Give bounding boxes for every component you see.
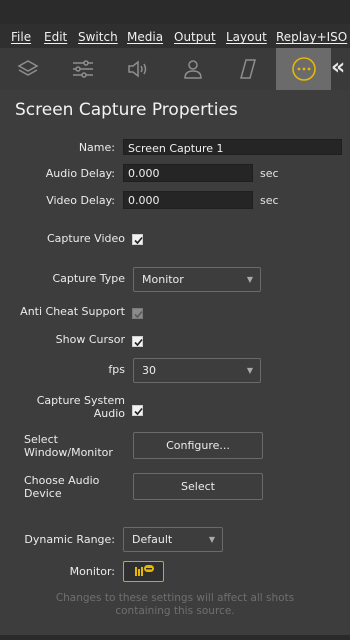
tab-icon-bar: « xyxy=(0,48,350,90)
capture-type-label: Capture Type xyxy=(52,272,126,285)
anti-cheat-label: Anti Cheat Support xyxy=(20,305,125,318)
fps-value: 30 xyxy=(142,364,156,377)
dynamic-range-dropdown[interactable]: Default ▼ xyxy=(123,527,223,552)
fps-dropdown[interactable]: 30 ▼ xyxy=(133,358,261,383)
chevron-down-icon: ▼ xyxy=(246,366,253,375)
menu-layout[interactable]: Layout xyxy=(226,30,267,44)
capture-audio-checkbox[interactable] xyxy=(132,405,143,416)
person-icon xyxy=(183,60,202,79)
select-window-label-line1: Select xyxy=(24,433,58,446)
audio-delay-label: Audio Delay: xyxy=(45,167,115,180)
title-strip xyxy=(0,0,350,24)
checkmark-icon xyxy=(134,338,143,347)
settings-note: Changes to these settings will affect al… xyxy=(40,592,310,618)
select-window-label-line2: Window/Monitor xyxy=(24,446,113,459)
speaker-icon xyxy=(127,60,146,78)
menu-switch[interactable]: Switch xyxy=(78,30,118,44)
checkmark-icon xyxy=(134,407,143,416)
show-cursor-checkbox[interactable] xyxy=(132,336,143,347)
chevron-down-icon: ▼ xyxy=(208,535,215,544)
audio-delay-field[interactable]: 0.000 xyxy=(123,164,253,182)
fps-label: fps xyxy=(108,363,125,376)
select-audio-device-button[interactable]: Select xyxy=(133,473,263,500)
dynamic-range-label: Dynamic Range: xyxy=(24,533,115,546)
capture-video-label: Capture Video xyxy=(46,232,125,245)
capture-video-checkbox[interactable] xyxy=(132,234,143,245)
name-field[interactable]: Screen Capture 1 xyxy=(123,139,342,155)
bottom-edge xyxy=(0,635,350,640)
anti-cheat-checkbox[interactable] xyxy=(132,308,143,319)
choose-audio-label-line2: Device xyxy=(24,487,62,500)
capture-type-value: Monitor xyxy=(142,273,184,286)
tab-transform[interactable] xyxy=(220,48,275,90)
settings-note-line1: Changes to these settings will affect al… xyxy=(55,592,295,604)
capture-type-dropdown[interactable]: Monitor ▼ xyxy=(133,267,261,292)
monitor-label: Monitor: xyxy=(69,565,115,578)
dynamic-range-value: Default xyxy=(132,533,173,546)
checkmark-icon xyxy=(134,310,143,319)
menu-file[interactable]: File xyxy=(11,30,31,44)
video-delay-label: Video Delay: xyxy=(46,194,115,207)
panel-title: Screen Capture Properties xyxy=(15,100,238,120)
configure-button[interactable]: Configure... xyxy=(133,432,263,459)
audio-delay-unit: sec xyxy=(260,167,279,180)
show-cursor-label: Show Cursor xyxy=(55,333,125,346)
menu-media[interactable]: Media xyxy=(127,30,163,44)
monitor-button[interactable] xyxy=(123,561,164,582)
tab-person[interactable] xyxy=(165,48,220,90)
more-options-icon xyxy=(291,57,316,81)
checkmark-icon xyxy=(134,236,143,245)
video-delay-field[interactable]: 0.000 xyxy=(123,191,253,209)
layers-icon xyxy=(16,60,39,76)
video-delay-unit: sec xyxy=(260,194,279,207)
settings-note-line2: containing this source. xyxy=(115,605,235,617)
menu-edit[interactable]: Edit xyxy=(44,30,67,44)
monitor-audio-icon xyxy=(135,565,154,576)
capture-audio-label-line1: Capture System xyxy=(36,394,125,407)
name-label: Name: xyxy=(78,141,115,154)
menu-replay-iso[interactable]: Replay+ISO xyxy=(276,30,347,44)
menu-output[interactable]: Output xyxy=(174,30,216,44)
capture-audio-label-line2: Audio xyxy=(93,407,125,420)
tab-settings[interactable] xyxy=(55,48,110,90)
tab-more[interactable] xyxy=(276,48,331,90)
collapse-panel-icon[interactable]: « xyxy=(331,54,350,84)
chevron-down-icon: ▼ xyxy=(246,275,253,284)
parallelogram-icon xyxy=(239,59,256,79)
tab-layers[interactable] xyxy=(0,48,55,90)
tab-audio[interactable] xyxy=(110,48,165,90)
choose-audio-label-line1: Choose Audio xyxy=(24,474,100,487)
menu-bar: File Edit Switch Media Output Layout Rep… xyxy=(0,24,350,48)
sliders-icon xyxy=(72,60,93,78)
